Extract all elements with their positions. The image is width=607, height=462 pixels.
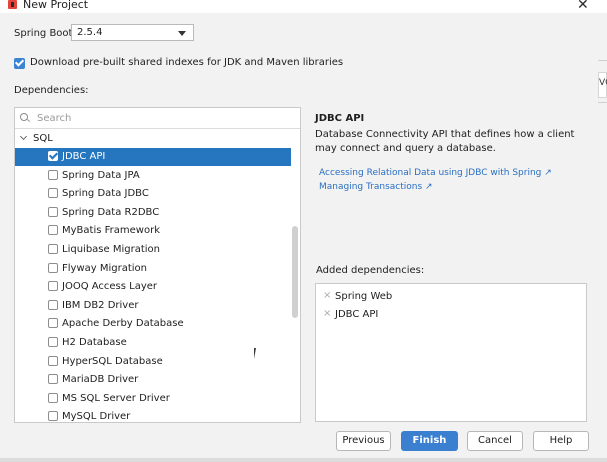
dependency-item[interactable]: JDBC API bbox=[15, 148, 291, 166]
intellij-app-icon bbox=[8, 0, 17, 9]
search-icon bbox=[20, 113, 28, 121]
dependency-item[interactable]: MariaDB Driver bbox=[15, 371, 291, 389]
chevron-down-icon[interactable] bbox=[19, 132, 28, 141]
cancel-button[interactable]: Cancel bbox=[467, 431, 523, 451]
dependency-item[interactable]: Flyway Migration bbox=[15, 260, 291, 278]
dependency-item[interactable]: MySQL Driver bbox=[15, 408, 291, 423]
dependency-item[interactable]: H2 Database bbox=[15, 334, 291, 352]
dependencies-tree: SQL JDBC API Spring Data JPA Spring Data J… bbox=[14, 107, 301, 423]
remove-icon[interactable]: × bbox=[323, 308, 331, 319]
dependency-checkbox[interactable] bbox=[48, 169, 58, 180]
title-bar bbox=[0, 0, 607, 13]
close-icon[interactable]: ✕ bbox=[577, 0, 589, 13]
dependency-detail-description: Database Connectivity API that defines h… bbox=[315, 129, 575, 154]
dependency-label: JDBC API bbox=[62, 151, 106, 162]
dependency-search-input[interactable] bbox=[37, 111, 277, 125]
tree-scrollbar-thumb[interactable] bbox=[292, 226, 298, 318]
dependency-label: MyBatis Framework bbox=[62, 225, 160, 237]
guide-link-jdbc[interactable]: Accessing Relational Data using JDBC wit… bbox=[319, 168, 552, 178]
tree-group-label: SQL bbox=[33, 133, 53, 144]
chevron-down-icon bbox=[178, 31, 186, 36]
remove-icon[interactable]: × bbox=[323, 290, 331, 301]
checkmark-icon bbox=[48, 150, 59, 160]
dependency-item[interactable]: Liquibase Migration bbox=[15, 241, 291, 259]
spring-boot-version-value: 2.5.4 bbox=[77, 27, 103, 38]
dependency-label: Liquibase Migration bbox=[62, 244, 160, 255]
dependency-label: Flyway Migration bbox=[62, 262, 147, 274]
dependency-checkbox[interactable] bbox=[48, 318, 58, 329]
dependency-label: JOOQ Access Layer bbox=[62, 281, 158, 293]
spring-boot-version-select[interactable]: 2.5.4 bbox=[71, 24, 194, 41]
added-dependencies-label: Added dependencies: bbox=[316, 265, 425, 276]
dependency-item[interactable]: Spring Data R2DBC bbox=[15, 204, 291, 222]
dependency-item[interactable]: HyperSQL Database bbox=[15, 353, 291, 371]
dependency-checkbox[interactable] bbox=[48, 225, 58, 236]
help-button[interactable]: Help bbox=[533, 431, 589, 451]
dependency-checkbox[interactable] bbox=[48, 206, 58, 217]
dependency-item[interactable]: MS SQL Server Driver bbox=[15, 390, 291, 408]
dependency-label: HyperSQL Database bbox=[62, 355, 163, 367]
dependency-label: H2 Database bbox=[62, 337, 127, 348]
added-dependency-label: Spring Web bbox=[335, 291, 393, 302]
dependencies-label: Dependencies: bbox=[14, 85, 89, 96]
added-dependencies-list: × Spring Web × JDBC API bbox=[315, 283, 587, 422]
window-title: New Project bbox=[23, 0, 89, 11]
dependency-checkbox[interactable] bbox=[48, 299, 58, 310]
dependency-checkbox[interactable] bbox=[48, 392, 58, 403]
finish-button[interactable]: Finish bbox=[401, 431, 458, 451]
added-dependency-label: JDBC API bbox=[335, 309, 379, 320]
added-dependency-item: × JDBC API bbox=[316, 307, 586, 324]
dependency-label: MySQL Driver bbox=[62, 411, 131, 423]
dependency-label: IBM DB2 Driver bbox=[62, 299, 139, 311]
download-indexes-label[interactable]: Download pre-built shared indexes for JD… bbox=[30, 57, 343, 68]
dependency-label: Spring Data R2DBC bbox=[62, 206, 160, 218]
window-bottom-edge bbox=[0, 458, 607, 462]
dependency-detail-title: JDBC API bbox=[315, 113, 365, 124]
dependency-item[interactable]: Spring Data JDBC bbox=[15, 185, 291, 203]
dependency-checkbox[interactable] bbox=[48, 411, 58, 422]
dependency-label: Spring Data JPA bbox=[62, 169, 140, 181]
dependency-checkbox[interactable] bbox=[48, 355, 58, 366]
tree-group-sql[interactable]: SQL bbox=[15, 130, 300, 148]
dependency-item[interactable]: IBM DB2 Driver bbox=[15, 297, 291, 315]
dependency-label: MariaDB Driver bbox=[62, 374, 139, 386]
dependency-item[interactable]: Apache Derby Database bbox=[15, 315, 291, 333]
dependency-search-row bbox=[15, 108, 300, 129]
guide-link-transactions[interactable]: Managing Transactions ↗ bbox=[319, 182, 433, 192]
dependency-item[interactable]: Spring Data JPA bbox=[15, 167, 291, 185]
checkmark-icon bbox=[14, 57, 25, 67]
dependency-label: Spring Data JDBC bbox=[62, 188, 149, 200]
background-window-divider bbox=[598, 60, 607, 61]
dependency-checkbox[interactable] bbox=[48, 374, 58, 385]
previous-button[interactable]: Previous bbox=[336, 431, 391, 451]
added-dependency-item: × Spring Web bbox=[316, 289, 586, 306]
dependency-checkbox[interactable] bbox=[48, 244, 58, 254]
dependency-checkbox[interactable] bbox=[48, 281, 58, 292]
dependency-item[interactable]: JOOQ Access Layer bbox=[15, 278, 291, 296]
background-window-divider bbox=[598, 102, 607, 103]
dependency-item[interactable]: MyBatis Framework bbox=[15, 222, 291, 240]
download-indexes-checkbox[interactable] bbox=[14, 57, 25, 69]
spring-boot-label: Spring Boot: bbox=[14, 28, 76, 39]
dependency-checkbox[interactable] bbox=[48, 188, 58, 199]
background-window-text: VC bbox=[599, 78, 607, 88]
mouse-pointer-icon bbox=[254, 348, 263, 359]
dependency-checkbox[interactable] bbox=[48, 337, 58, 347]
dependency-checkbox[interactable] bbox=[48, 150, 59, 161]
dependency-label: MS SQL Server Driver bbox=[62, 392, 170, 404]
dependency-label: Apache Derby Database bbox=[62, 318, 184, 330]
dependency-checkbox[interactable] bbox=[48, 262, 58, 273]
